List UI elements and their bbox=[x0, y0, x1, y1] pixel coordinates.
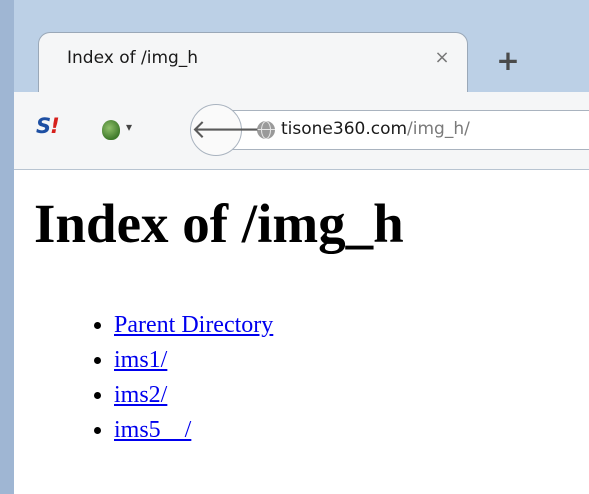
addon-s-mark: ! bbox=[50, 114, 60, 138]
addon-s-icon[interactable]: S! bbox=[36, 114, 60, 138]
new-tab-button[interactable]: + bbox=[493, 47, 523, 75]
onion-addon-button[interactable]: ▾ bbox=[102, 116, 148, 144]
page-title: Index of /img_h bbox=[34, 193, 404, 254]
page-content: Index of /img_h Parent Directory ims1/ i… bbox=[14, 170, 589, 494]
onion-icon bbox=[102, 120, 120, 140]
directory-list: Parent Directory ims1/ ims2/ ims5 / bbox=[14, 308, 273, 448]
url-path: /img_h/ bbox=[407, 119, 470, 139]
tab-title: Index of /img_h bbox=[67, 48, 199, 68]
chevron-down-icon: ▾ bbox=[126, 120, 133, 134]
navigation-toolbar: S! ▾ tisone360.com/img_h/ 🡐 bbox=[14, 92, 589, 170]
url-bar[interactable]: tisone360.com/img_h/ bbox=[228, 110, 589, 150]
close-icon[interactable]: × bbox=[431, 47, 453, 69]
window-frame-edge bbox=[0, 0, 14, 494]
url-domain: tisone360.com bbox=[281, 119, 408, 139]
back-button[interactable]: 🡐 bbox=[190, 104, 261, 156]
list-item: ims2/ bbox=[114, 378, 273, 413]
list-item: ims1/ bbox=[114, 343, 273, 378]
url-text: tisone360.com/img_h/ bbox=[281, 119, 470, 139]
back-arrow-icon: 🡐 bbox=[191, 115, 261, 145]
addon-s-letter: S bbox=[36, 114, 51, 138]
directory-link-ims1[interactable]: ims1/ bbox=[114, 347, 167, 373]
list-item: Parent Directory bbox=[114, 308, 273, 343]
parent-directory-link[interactable]: Parent Directory bbox=[114, 312, 273, 338]
list-item: ims5 / bbox=[114, 413, 273, 448]
browser-tab[interactable]: Index of /img_h × bbox=[38, 32, 468, 92]
directory-link-ims2[interactable]: ims2/ bbox=[114, 382, 167, 408]
directory-link-ims5[interactable]: ims5 / bbox=[114, 417, 191, 443]
